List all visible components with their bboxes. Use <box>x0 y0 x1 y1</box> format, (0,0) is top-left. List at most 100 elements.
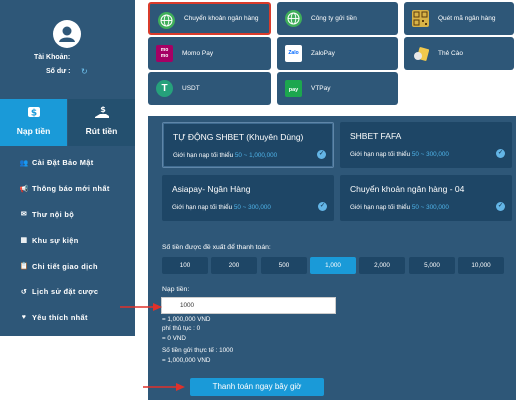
deposit-withdraw-tabs: $ Nạp tiền $ Rút tiền <box>0 99 135 146</box>
envelope-icon: ✉ <box>20 211 28 219</box>
users-cog-icon: 👥 <box>19 159 29 167</box>
check-circle-icon: ✓ <box>496 202 505 211</box>
channel-title: TỰ ĐỘNG SHBET (Khuyên Dùng) <box>173 132 304 142</box>
payment-method-label: Thẻ Cào <box>438 49 463 57</box>
payment-method-label: ZaloPay <box>311 49 335 57</box>
amount-option-2000[interactable]: 2,000 <box>359 257 405 274</box>
account-sidebar: Tài Khoản: Số dư : ↻ $ Nạp tiền $ Rút ti… <box>0 0 135 336</box>
profile-section: Tài Khoản: Số dư : ↻ <box>0 0 135 96</box>
menu-item-label: Thông báo mới nhất <box>32 184 110 194</box>
channel-limit-range: 50 ~ 300,000 <box>233 204 271 211</box>
channel-limit: Giới hạn nạp tối thiểu 50 ~ 1,000,000 <box>173 152 277 159</box>
svg-text:$: $ <box>30 109 36 119</box>
payment-method-label: VTPay <box>311 84 331 92</box>
fee-label: phí thủ tục : 0 <box>162 325 201 332</box>
channel-title: Asiapay- Ngân Hàng <box>172 184 251 194</box>
channel-limit: Giới hạn nạp tối thiểu 50 ~ 300,000 <box>172 204 271 211</box>
amount-option-10000[interactable]: 10,000 <box>458 257 504 274</box>
zalopay-logo-icon: Zalo <box>285 45 302 62</box>
fee-vnd: = 0 VND <box>162 335 186 342</box>
channel-limit-prefix: Giới hạn nạp tối thiểu <box>350 151 411 158</box>
channel-shbet-auto[interactable]: TỰ ĐỘNG SHBET (Khuyên Dùng) Giới hạn nạp… <box>162 122 334 168</box>
bullhorn-icon: 📢 <box>19 185 29 193</box>
payment-method-momo[interactable]: mo mo Momo Pay <box>148 37 271 70</box>
channel-limit-prefix: Giới hạn nạp tối thiểu <box>173 152 234 159</box>
amount-option-200[interactable]: 200 <box>211 257 257 274</box>
menu-item-label: Khu sự kiện <box>32 235 79 245</box>
tab-deposit[interactable]: $ Nạp tiền <box>0 99 67 146</box>
menu-transaction-details[interactable]: 📋 Chi tiết giao dịch <box>0 253 135 279</box>
user-avatar-icon[interactable] <box>53 20 81 48</box>
payment-method-usdt[interactable]: T USDT <box>148 72 271 105</box>
amount-option-500[interactable]: 500 <box>261 257 307 274</box>
scratch-card-icon <box>412 45 430 62</box>
payment-method-label: Công ty gửi tiền <box>311 14 357 22</box>
svg-text:$: $ <box>100 105 106 114</box>
amount-option-5000[interactable]: 5,000 <box>409 257 455 274</box>
clipboard-icon: 📋 <box>19 263 29 271</box>
payment-method-label: USDT <box>182 84 200 92</box>
channel-limit: Giới hạn nạp tối thiểu 50 ~ 300,000 <box>350 151 449 158</box>
globe-icon <box>285 10 302 27</box>
channel-asiapay-bank[interactable]: Asiapay- Ngân Hàng Giới hạn nạp tối thiể… <box>162 175 334 221</box>
balance-label: Số dư : <box>46 68 71 75</box>
calendar-icon: ▦ <box>20 237 28 245</box>
account-label: Tài Khoản: <box>34 54 71 61</box>
payment-method-deposit-company[interactable]: Công ty gửi tiền <box>277 2 398 35</box>
channel-limit: Giới hạn nạp tối thiểu 50 ~ 300,000 <box>350 204 449 211</box>
menu-item-label: Chi tiết giao dịch <box>32 261 98 271</box>
deposit-amount-label: Nạp tiền: <box>162 286 190 293</box>
channel-title: SHBET FAFA <box>350 131 402 141</box>
deposit-money-icon: $ <box>0 105 67 122</box>
deposit-amount-input[interactable] <box>161 297 336 314</box>
menu-item-label: Yêu thích nhất <box>32 313 88 323</box>
check-circle-icon: ✓ <box>318 202 327 211</box>
refresh-balance-icon[interactable]: ↻ <box>81 67 88 76</box>
menu-item-label: Lịch sử đặt cược <box>32 287 99 297</box>
heart-icon: ♥ <box>21 314 27 322</box>
tab-deposit-label: Nạp tiền <box>16 126 51 136</box>
actual-deposit-vnd: = 1,000,000 VND <box>162 357 211 364</box>
payment-method-label: Momo Pay <box>182 49 214 57</box>
amount-option-100[interactable]: 100 <box>162 257 208 274</box>
account-menu: 👥 Cài Đặt Bảo Mật 📢 Thông báo mới nhất ✉… <box>0 150 135 331</box>
check-circle-icon: ✓ <box>496 149 505 158</box>
deposit-equals-vnd: = 1,000,000 VND <box>162 316 211 323</box>
channel-limit-prefix: Giới hạn nạp tối thiểu <box>172 204 233 211</box>
payment-method-bank-transfer[interactable]: Chuyển khoản ngân hàng <box>148 2 271 35</box>
menu-favorites[interactable]: ♥ Yêu thích nhất <box>0 305 135 331</box>
channel-limit-prefix: Giới hạn nạp tối thiểu <box>350 204 411 211</box>
vtpay-logo-icon: pay <box>285 80 302 97</box>
payment-method-scratch-card[interactable]: Thẻ Cào <box>404 37 514 70</box>
channel-shbet-fafa[interactable]: SHBET FAFA Giới hạn nạp tối thiểu 50 ~ 3… <box>340 122 512 168</box>
amount-option-1000[interactable]: 1,000 <box>310 257 356 274</box>
channel-limit-range: 50 ~ 300,000 <box>411 151 449 158</box>
menu-events[interactable]: ▦ Khu sự kiện <box>0 227 135 253</box>
payment-method-bank-qr[interactable]: Quét mã ngân hàng <box>404 2 514 35</box>
menu-bet-history[interactable]: ↺ Lịch sử đặt cược <box>0 279 135 305</box>
suggested-amount-label: Số tiền được đề xuất để thanh toán: <box>162 244 271 251</box>
qr-code-icon <box>412 10 429 27</box>
payment-method-label: Chuyển khoản ngân hàng <box>184 14 259 22</box>
red-arrow-icon <box>143 383 185 391</box>
payment-method-label: Quét mã ngân hàng <box>438 14 496 22</box>
pay-now-button[interactable]: Thanh toán ngay bây giờ <box>190 378 324 396</box>
channel-title: Chuyển khoản ngân hàng - 04 <box>350 184 465 194</box>
channel-bank-transfer-04[interactable]: Chuyển khoản ngân hàng - 04 Giới hạn nạp… <box>340 175 512 221</box>
check-circle-icon: ✓ <box>317 150 326 159</box>
withdraw-money-icon: $ <box>68 105 135 122</box>
channel-limit-range: 50 ~ 300,000 <box>411 204 449 211</box>
menu-internal-mail[interactable]: ✉ Thư nội bộ <box>0 202 135 228</box>
payment-method-zalopay[interactable]: Zalo ZaloPay <box>277 37 398 70</box>
tab-withdraw[interactable]: $ Rút tiền <box>68 99 135 146</box>
momo-logo-icon: mo mo <box>156 45 173 62</box>
channel-limit-range: 50 ~ 1,000,000 <box>234 152 278 159</box>
tab-withdraw-label: Rút tiền <box>85 126 118 136</box>
payment-method-vtpay[interactable]: pay VTPay <box>277 72 398 105</box>
menu-item-label: Thư nội bộ <box>32 209 75 219</box>
menu-latest-notices[interactable]: 📢 Thông báo mới nhất <box>0 176 135 202</box>
menu-security-settings[interactable]: 👥 Cài Đặt Bảo Mật <box>0 150 135 176</box>
menu-item-label: Cài Đặt Bảo Mật <box>32 158 94 168</box>
actual-deposit-label: Số tiền gửi thực tế : 1000 <box>162 347 234 354</box>
history-icon: ↺ <box>20 288 28 296</box>
